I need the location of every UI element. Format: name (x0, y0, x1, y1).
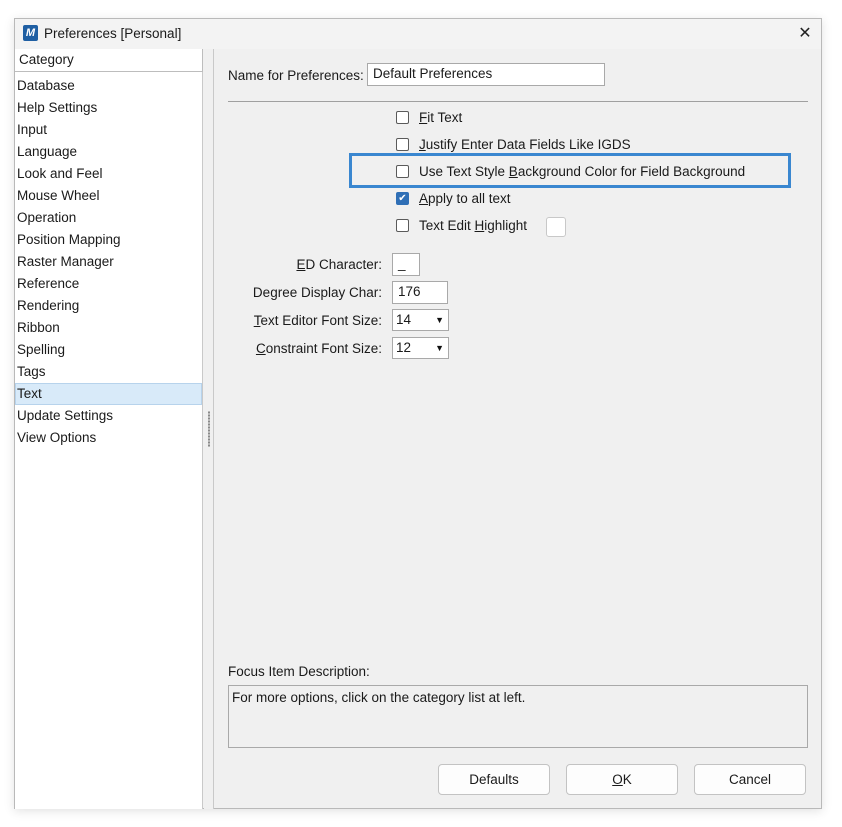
text-editor-font-size-label: Text Editor Font Size: (253, 313, 382, 328)
separator (228, 101, 808, 102)
apply-to-all-checkbox[interactable]: ✔ (396, 192, 409, 205)
justify-checkbox[interactable] (396, 138, 409, 151)
category-panel: Category Database Help Settings Input Langu… (15, 49, 203, 809)
panel-splitter[interactable] (204, 49, 214, 809)
focus-description-box: For more options, click on the category … (228, 685, 808, 748)
category-item-operation[interactable]: Operation (15, 207, 202, 229)
category-item-input[interactable]: Input (15, 119, 202, 141)
ok-button[interactable]: OK (566, 764, 678, 795)
cancel-button[interactable]: Cancel (694, 764, 806, 795)
ed-character-label: ED Character: (296, 257, 382, 272)
category-list: Database Help Settings Input Language Look a… (15, 75, 202, 449)
constraint-font-size-select[interactable]: 12 ▼ (392, 337, 449, 359)
category-item-reference[interactable]: Reference (15, 273, 202, 295)
fit-text-label: Fit Text (419, 110, 463, 125)
window-title: Preferences [Personal] (44, 26, 182, 41)
text-style-background-checkbox[interactable] (396, 165, 409, 178)
text-editor-font-size-value: 14 (396, 312, 412, 327)
category-item-text[interactable]: Text (15, 383, 202, 405)
apply-to-all-label: Apply to all text (419, 191, 511, 206)
degree-display-char-input[interactable]: 176 (392, 281, 448, 304)
category-item-tags[interactable]: Tags (15, 361, 202, 383)
checkmark-icon: ✔ (398, 193, 407, 204)
degree-display-char-label: Degree Display Char: (252, 285, 382, 300)
defaults-button[interactable]: Defaults (438, 764, 550, 795)
category-item-mouse-wheel[interactable]: Mouse Wheel (15, 185, 202, 207)
category-item-position-mapping[interactable]: Position Mapping (15, 229, 202, 251)
category-item-raster-manager[interactable]: Raster Manager (15, 251, 202, 273)
category-header[interactable]: Category (15, 49, 203, 72)
text-edit-highlight-checkbox[interactable] (396, 219, 409, 232)
dropdown-arrow-icon: ▼ (435, 315, 444, 325)
preferences-name-label: Name for Preferences: (228, 68, 364, 83)
category-item-rendering[interactable]: Rendering (15, 295, 202, 317)
constraint-font-size-label: Constraint Font Size: (255, 341, 382, 356)
preferences-name-input[interactable]: Default Preferences (367, 63, 605, 86)
close-button[interactable]: ✕ (789, 19, 821, 49)
category-item-view-options[interactable]: View Options (15, 427, 202, 449)
fit-text-checkbox[interactable] (396, 111, 409, 124)
highlight-color-picker[interactable] (546, 217, 566, 237)
preferences-dialog: M Preferences [Personal] ✕ Category Data… (14, 18, 822, 809)
category-item-spelling[interactable]: Spelling (15, 339, 202, 361)
focus-description-label: Focus Item Description: (228, 664, 370, 679)
justify-label: Justify Enter Data Fields Like IGDS (419, 137, 631, 152)
category-item-ribbon[interactable]: Ribbon (15, 317, 202, 339)
dropdown-arrow-icon: ▼ (435, 343, 444, 353)
microstation-icon: M (23, 25, 38, 41)
constraint-font-size-value: 12 (396, 340, 412, 355)
text-editor-font-size-select[interactable]: 14 ▼ (392, 309, 449, 331)
text-style-background-label: Use Text Style Background Color for Fiel… (419, 164, 746, 179)
category-item-update-settings[interactable]: Update Settings (15, 405, 202, 427)
ed-character-input[interactable]: _ (392, 253, 420, 276)
text-edit-highlight-label: Text Edit Highlight (419, 218, 528, 233)
category-item-help-settings[interactable]: Help Settings (15, 97, 202, 119)
category-item-look-and-feel[interactable]: Look and Feel (15, 163, 202, 185)
title-bar: M Preferences [Personal] ✕ (15, 19, 821, 49)
focus-description-text: For more options, click on the category … (232, 690, 526, 705)
category-item-database[interactable]: Database (15, 75, 202, 97)
splitter-grip-icon (208, 411, 210, 447)
category-item-language[interactable]: Language (15, 141, 202, 163)
